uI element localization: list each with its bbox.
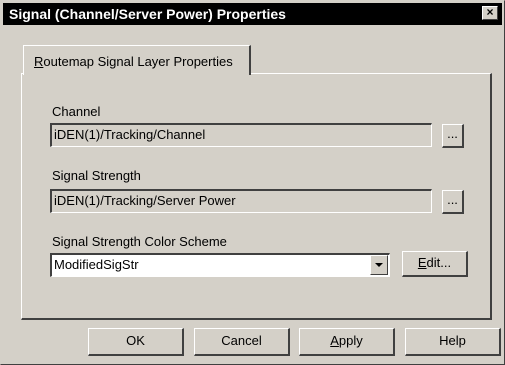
tab-label: Routemap Signal Layer Properties bbox=[34, 54, 233, 69]
signal-strength-field[interactable]: iDEN(1)/Tracking/Server Power bbox=[50, 189, 432, 213]
ok-button[interactable]: OK bbox=[88, 328, 184, 356]
channel-label: Channel bbox=[52, 104, 101, 119]
channel-value: iDEN(1)/Tracking/Channel bbox=[54, 127, 206, 142]
title-bar[interactable]: Signal (Channel/Server Power) Properties… bbox=[3, 3, 502, 25]
channel-field[interactable]: iDEN(1)/Tracking/Channel bbox=[50, 123, 432, 147]
tab-routemap-signal-layer-properties[interactable]: Routemap Signal Layer Properties bbox=[23, 45, 251, 75]
cancel-button[interactable]: Cancel bbox=[194, 328, 290, 356]
signal-strength-value: iDEN(1)/Tracking/Server Power bbox=[54, 193, 236, 208]
help-label: Help bbox=[439, 333, 466, 348]
dropdown-button[interactable] bbox=[370, 255, 388, 275]
close-icon: × bbox=[486, 5, 494, 19]
color-scheme-value: ModifiedSigStr bbox=[54, 257, 139, 272]
edit-label: Edit... bbox=[417, 255, 452, 270]
signal-strength-label: Signal Strength bbox=[52, 168, 141, 183]
chevron-down-icon bbox=[375, 263, 383, 267]
window-title: Signal (Channel/Server Power) Properties bbox=[9, 6, 286, 22]
browse-label: ... bbox=[447, 192, 458, 207]
close-button[interactable]: × bbox=[482, 6, 498, 20]
edit-button[interactable]: Edit... bbox=[402, 251, 468, 277]
signal-strength-browse-button[interactable]: ... bbox=[442, 190, 464, 214]
help-button[interactable]: Help bbox=[405, 328, 501, 356]
properties-dialog: Signal (Channel/Server Power) Properties… bbox=[0, 0, 505, 365]
color-scheme-label: Signal Strength Color Scheme bbox=[52, 234, 227, 249]
channel-browse-button[interactable]: ... bbox=[442, 124, 464, 148]
apply-button[interactable]: Apply bbox=[299, 328, 395, 356]
color-scheme-select[interactable]: ModifiedSigStr bbox=[50, 253, 390, 277]
browse-label: ... bbox=[447, 126, 458, 141]
ok-label: OK bbox=[126, 333, 145, 348]
cancel-label: Cancel bbox=[221, 333, 262, 348]
apply-label: Apply bbox=[330, 333, 363, 348]
